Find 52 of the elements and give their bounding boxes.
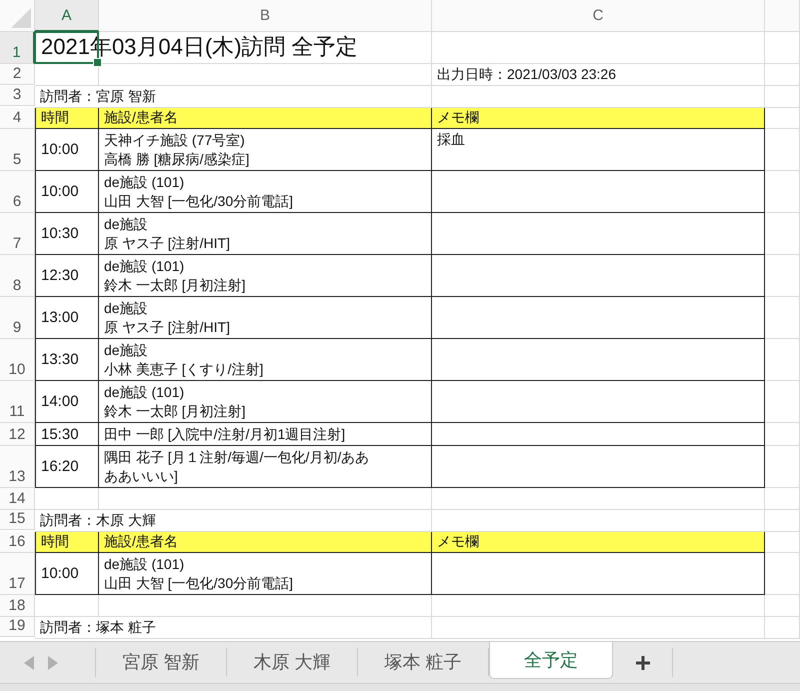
- row-number[interactable]: 2: [0, 64, 35, 85]
- time-cell: 15:30: [35, 423, 99, 446]
- row-number[interactable]: 18: [0, 595, 35, 617]
- time-header: 時間: [35, 108, 99, 129]
- time-cell: 14:00: [35, 381, 99, 423]
- row-number[interactable]: 17: [0, 553, 35, 595]
- memo-cell: 採血: [432, 129, 765, 171]
- row-number[interactable]: 6: [0, 171, 35, 213]
- memo-header: メモ欄: [432, 108, 765, 129]
- time-cell: 10:00: [35, 129, 99, 171]
- plus-icon: [634, 654, 650, 670]
- output-timestamp: 出力日時：2021/03/03 23:26: [432, 64, 765, 86]
- patient-cell: de施設 (101) 山田 大智 [一包化/30分前電話]: [99, 553, 432, 595]
- row-number[interactable]: 9: [0, 297, 35, 339]
- memo-header: メモ欄: [432, 532, 765, 553]
- time-cell: 13:30: [35, 339, 99, 381]
- row-number[interactable]: 13: [0, 446, 35, 488]
- row-number[interactable]: 1: [0, 32, 35, 64]
- patient-header: 施設/患者名: [99, 108, 432, 129]
- column-header[interactable]: A: [35, 0, 99, 32]
- patient-cell: 田中 一郎 [入院中/注射/月初1週目注射]: [99, 423, 432, 446]
- row-number[interactable]: 11: [0, 381, 35, 423]
- sheet-tab[interactable]: 木原 大輝: [227, 648, 358, 676]
- time-cell: 10:00: [35, 553, 99, 595]
- row-number[interactable]: 7: [0, 213, 35, 255]
- row-number[interactable]: 8: [0, 255, 35, 297]
- time-header: 時間: [35, 532, 99, 553]
- row-number[interactable]: 19: [0, 617, 35, 637]
- time-cell: 10:30: [35, 213, 99, 255]
- row-number[interactable]: 14: [0, 488, 35, 510]
- column-header[interactable]: B: [99, 0, 432, 32]
- row-number[interactable]: 12: [0, 423, 35, 446]
- previous-sheet-icon[interactable]: [24, 656, 34, 670]
- next-sheet-icon[interactable]: [48, 656, 58, 670]
- time-cell: 13:00: [35, 297, 99, 339]
- visitor-label: 訪問者：塚本 粧子: [35, 617, 432, 639]
- row-number[interactable]: 10: [0, 339, 35, 381]
- row-number[interactable]: 15: [0, 510, 35, 530]
- row-number[interactable]: 16: [0, 532, 35, 553]
- sheet-tab[interactable]: 全予定: [489, 642, 613, 679]
- time-cell: 12:30: [35, 255, 99, 297]
- time-cell: 16:20: [35, 446, 99, 488]
- time-cell: 10:00: [35, 171, 99, 213]
- row-number[interactable]: 5: [0, 129, 35, 171]
- sheet-tab[interactable]: 宮原 智新: [96, 648, 227, 676]
- column-header[interactable]: C: [432, 0, 765, 32]
- select-all-icon[interactable]: [11, 8, 31, 28]
- patient-cell: de施設 (101) 鈴木 一太郎 [月初注射]: [99, 381, 432, 423]
- patient-cell: 隅田 花子 [月１注射/毎週/一包化/月初/ああああいいい]: [99, 446, 432, 488]
- patient-header: 施設/患者名: [99, 532, 432, 553]
- row-number[interactable]: 3: [0, 86, 35, 106]
- row-number[interactable]: 4: [0, 108, 35, 129]
